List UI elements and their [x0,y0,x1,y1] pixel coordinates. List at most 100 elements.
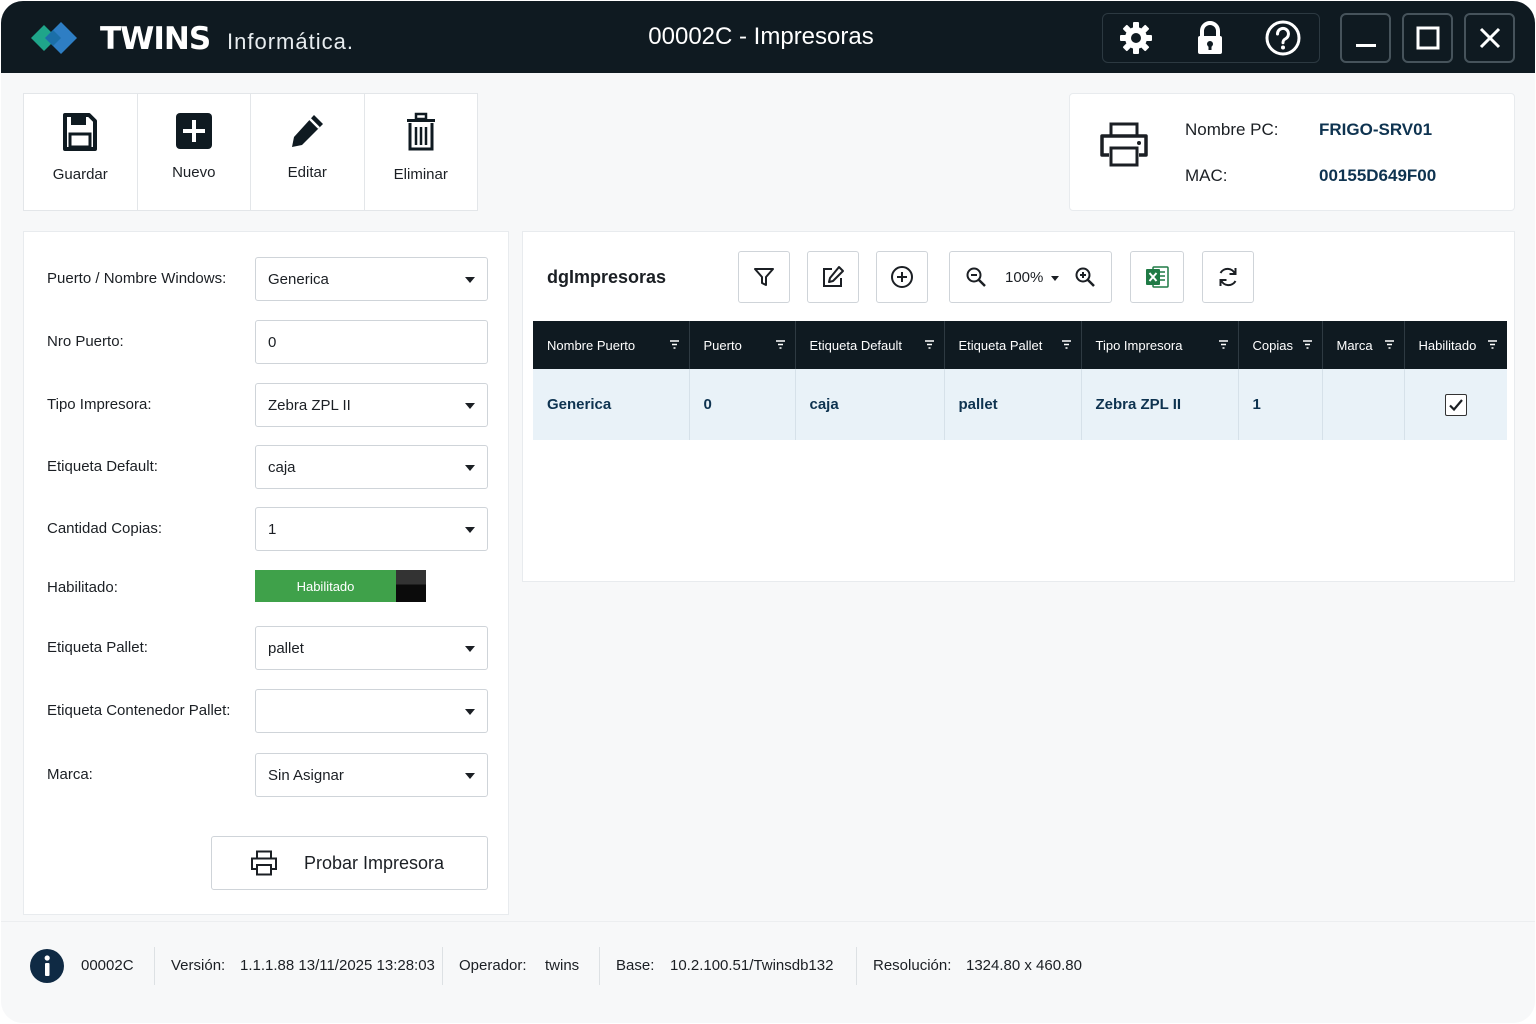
gear-icon [1120,22,1152,54]
nro-puerto-value: 0 [268,333,277,351]
column-header-label: Nombre Puerto [547,337,636,353]
etiqueta-default-value: caja [268,458,296,476]
puerto-select[interactable]: Generica [255,257,488,301]
delete-button[interactable]: Eliminar [365,94,478,210]
grid-title: dgImpresoras [547,267,667,287]
minimize-button[interactable] [1340,13,1391,63]
filter-icon[interactable] [1302,340,1312,350]
column-header-nombre-puerto[interactable]: Nombre Puerto [533,321,690,369]
help-icon [1265,20,1301,56]
minimize-icon [1355,44,1376,47]
column-header-label: Puerto [703,337,742,353]
cell-copias[interactable]: 1 [1238,369,1323,440]
cell-etiqueta-default[interactable]: caja [795,369,945,440]
lock-button[interactable] [1185,13,1235,63]
version-value: 1.1.1.88 13/11/2025 13:28:03 [240,957,435,974]
cell-habilitado[interactable] [1404,369,1507,440]
refresh-button[interactable] [1202,251,1254,303]
filter-icon[interactable] [1384,340,1394,350]
marca-value: Sin Asignar [268,766,344,784]
habilitado-checkbox[interactable] [1444,393,1467,416]
column-header-copias[interactable]: Copias [1238,321,1323,369]
chevron-down-icon [465,277,475,283]
maximize-button[interactable] [1402,13,1453,63]
new-button[interactable]: Nuevo [138,94,251,210]
edit-row-button[interactable] [807,251,859,303]
lock-icon [1198,21,1222,54]
column-header-tipo-impresora[interactable]: Tipo Impresora [1081,321,1239,369]
etiqueta-contenedor-select[interactable] [255,689,488,733]
edit-label: Editar [287,164,327,181]
resolution-label: Resolución: [873,957,952,974]
cantidad-copias-value: 1 [268,520,277,538]
etiqueta-default-select[interactable]: caja [255,445,488,489]
chevron-down-icon [465,527,475,533]
brand-name: TWINS [100,21,211,57]
zoom-out-icon[interactable] [965,266,987,288]
column-header-habilitado[interactable]: Habilitado [1404,321,1507,369]
etiqueta-pallet-value: pallet [268,639,304,657]
window-title: 00002C - Impresoras [648,23,874,50]
tipo-impresora-select[interactable]: Zebra ZPL II [255,383,488,427]
column-header-label: Tipo Impresora [1095,337,1183,353]
table-row[interactable]: Generica 0 caja pallet Zebra ZPL II 1 [533,369,1507,440]
new-label: Nuevo [172,164,216,181]
column-header-etiqueta-pallet[interactable]: Etiqueta Pallet [944,321,1082,369]
column-header-puerto[interactable]: Puerto [689,321,796,369]
close-button[interactable] [1464,13,1515,63]
cantidad-copias-select[interactable]: 1 [255,507,488,551]
settings-button[interactable] [1111,13,1161,63]
maximize-icon [1416,26,1439,50]
add-row-button[interactable] [876,251,928,303]
cell-nombre-puerto[interactable]: Generica [533,369,690,440]
nro-puerto-input[interactable]: 0 [255,320,488,364]
test-printer-label: Probar Impresora [304,853,445,873]
help-button[interactable] [1258,13,1308,63]
etiqueta-pallet-label: Etiqueta Pallet: [47,639,148,656]
column-header-marca[interactable]: Marca [1322,321,1405,369]
status-bar: 00002C Versión: 1.1.1.88 13/11/2025 13:2… [1,921,1535,1023]
zoom-in-icon[interactable] [1074,266,1096,288]
save-button[interactable]: Guardar [24,94,138,210]
filter-icon[interactable] [1488,340,1497,350]
export-excel-button[interactable] [1130,251,1184,303]
column-header-label: Marca [1336,337,1373,353]
plus-circle-icon [891,266,913,288]
zoom-control: 100% [949,251,1112,303]
twins-logo-icon [31,22,77,54]
column-header-label: Copias [1252,337,1293,353]
habilitado-toggle[interactable]: Habilitado [255,570,426,602]
filter-icon[interactable] [1061,340,1071,350]
action-toolbar: Guardar Nuevo Editar Eliminar [23,93,478,211]
chevron-down-icon[interactable] [1051,276,1059,281]
cell-puerto[interactable]: 0 [689,369,796,440]
pc-name-value: FRIGO-SRV01 [1319,120,1433,139]
title-bar: TWINS Informática. 00002C - Impresoras [1,1,1535,73]
edit-button[interactable]: Editar [251,94,365,210]
filter-button[interactable] [738,251,790,303]
close-icon [1479,27,1500,49]
filter-icon[interactable] [669,340,679,350]
filter-icon[interactable] [924,340,934,350]
marca-label: Marca: [47,766,93,783]
filter-icon[interactable] [1218,340,1228,350]
status-divider [599,947,600,985]
printer-form: Puerto / Nombre Windows: Generica Nro Pu… [23,231,509,915]
etiqueta-contenedor-label: Etiqueta Contenedor Pallet: [47,702,231,719]
etiqueta-pallet-select[interactable]: pallet [255,626,488,670]
test-printer-button[interactable]: Probar Impresora [211,836,488,890]
printers-table: Nombre Puerto Puerto Etiqueta Default Et… [533,321,1507,440]
column-header-label: Habilitado [1418,337,1477,353]
cell-etiqueta-pallet[interactable]: pallet [944,369,1082,440]
chevron-down-icon [465,773,475,779]
mac-value: 00155D649F00 [1319,166,1437,185]
cell-marca[interactable] [1322,369,1405,440]
zoom-value[interactable]: 100% [1005,269,1043,286]
filter-icon[interactable] [775,340,785,350]
chevron-down-icon [465,403,475,409]
tipo-impresora-label: Tipo Impresora: [47,396,152,413]
cell-tipo-impresora[interactable]: Zebra ZPL II [1081,369,1239,440]
marca-select[interactable]: Sin Asignar [255,753,488,797]
column-header-etiqueta-default[interactable]: Etiqueta Default [795,321,945,369]
plus-square-icon [175,113,212,149]
